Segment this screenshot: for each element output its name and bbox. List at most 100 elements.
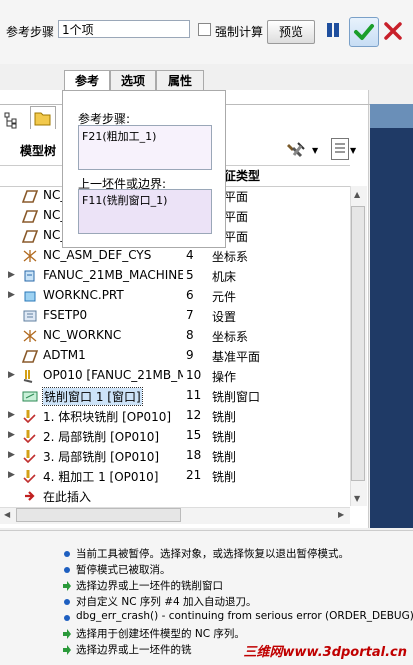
chevron-down-icon[interactable]: ▼: [312, 146, 318, 155]
ok-button[interactable]: [349, 17, 379, 47]
close-icon: [384, 22, 402, 40]
plane-icon: [22, 350, 38, 363]
tree-row-id: 8: [186, 328, 194, 342]
info-dot-icon: [64, 615, 70, 621]
tree-row[interactable]: ▶ FANUC_21MB_MACHINE 5 机床: [0, 266, 350, 286]
mill-sequence-icon: [23, 410, 36, 423]
prompt-arrow-icon: [63, 629, 71, 639]
tree-row[interactable]: ▶ WORKNC.PRT 6 元件: [0, 286, 350, 306]
graphics-window[interactable]: [370, 104, 413, 528]
force-compute-checkbox[interactable]: [198, 23, 211, 36]
tree-row[interactable]: 铣削窗口 1 [窗口] 11 铣削窗口: [0, 386, 350, 406]
tree-row-id: 21: [186, 468, 202, 482]
tree-row[interactable]: ▶ 2. 局部铣削 [OP010] 15 铣削: [0, 426, 350, 446]
tree-row-type: 铣削窗口: [212, 390, 261, 404]
scroll-down-arrow[interactable]: ▼: [354, 494, 360, 503]
tree-row[interactable]: ▶ 4. 粗加工 1 [OP010] 21 铣削: [0, 466, 350, 486]
horizontal-scroll-thumb[interactable]: [16, 508, 181, 522]
list-icon: [335, 143, 345, 153]
ref-step-field[interactable]: F21(粗加工_1): [78, 125, 212, 170]
expand-toggle[interactable]: ▶: [8, 290, 15, 300]
show-menu-button[interactable]: [331, 138, 349, 160]
mill-sequence-icon: [23, 430, 36, 443]
mill-window-icon: [22, 391, 38, 402]
tree-row-type: 操作: [212, 370, 237, 384]
tab-folder-browser[interactable]: [30, 106, 56, 129]
tab-model-tree[interactable]: [2, 110, 24, 130]
info-dot-icon: [64, 599, 70, 605]
plane-icon: [22, 190, 38, 203]
scroll-left-arrow[interactable]: ◀: [4, 510, 10, 519]
tree-row[interactable]: NC_ASM_DEF_CYS 4 坐标系: [0, 246, 350, 266]
message-text: 当前工具被暂停。选择对象，或选择恢复以退出暂停模式。: [76, 548, 349, 560]
tree-settings-button[interactable]: [286, 140, 308, 160]
mill-sequence-icon: [23, 450, 36, 463]
tree-row-name: 在此插入: [43, 490, 92, 504]
tree-row-id: 10: [186, 368, 202, 382]
prompt-arrow-icon: [63, 581, 71, 591]
ref-step-collector[interactable]: 1个项: [58, 20, 190, 38]
setup-icon: [23, 310, 37, 322]
tree-row[interactable]: ▶ OP010 [FANUC_21MB_M 10 操作: [0, 366, 350, 386]
mill-sequence-icon: [23, 470, 36, 483]
tree-row-type: 铣削: [212, 430, 237, 444]
tree-row-name: WORKNC.PRT: [43, 288, 124, 302]
tree-row-type: 铣削: [212, 470, 237, 484]
prev-workpiece-field[interactable]: F11(铣削窗口_1): [78, 189, 212, 234]
csys-icon: [23, 330, 37, 342]
chevron-down-icon[interactable]: ▼: [350, 146, 356, 155]
message-text: 选择边界或上一坯件的铣: [76, 644, 192, 656]
ref-step-label: 参考步骤: [6, 25, 55, 39]
tree-row-id: 18: [186, 448, 202, 462]
tree-row-id: 12: [186, 408, 202, 422]
operation-icon: [23, 370, 33, 383]
tree-row[interactable]: ▶ 1. 体积块铣削 [OP010] 12 铣削: [0, 406, 350, 426]
expand-toggle[interactable]: ▶: [8, 370, 15, 380]
tree-row[interactable]: 在此插入: [0, 486, 350, 506]
tree-row-id: 15: [186, 428, 202, 442]
pause-button[interactable]: [323, 20, 343, 42]
scroll-right-arrow[interactable]: ▶: [338, 510, 344, 519]
tree-row[interactable]: FSETP0 7 设置: [0, 306, 350, 326]
message-text: 选择用于创建坯件模型的 NC 序列。: [76, 628, 245, 640]
model-tree-title: 模型树: [20, 144, 57, 158]
plane-icon: [22, 210, 38, 223]
tab-properties[interactable]: 属性: [156, 70, 204, 90]
tree-row-name: OP010 [FANUC_21MB_M: [43, 368, 183, 382]
tree-row-name: NC_ASM_DEF_CYS: [43, 248, 152, 262]
preview-button[interactable]: 预览: [267, 20, 315, 44]
tree-row-name: NC_WORKNC: [43, 328, 122, 342]
expand-toggle[interactable]: ▶: [8, 270, 15, 280]
tree-row-id: 11: [186, 388, 202, 402]
tree-row-id: 9: [186, 348, 194, 362]
tree-row[interactable]: NC_WORKNC 8 坐标系: [0, 326, 350, 346]
tree-row-name: 2. 局部铣削 [OP010]: [43, 430, 160, 444]
tree-row[interactable]: ADTM1 9 基准平面: [0, 346, 350, 366]
tree-row-id: 5: [186, 268, 194, 282]
tab-options[interactable]: 选项: [110, 70, 156, 90]
tree-row-type: 坐标系: [212, 330, 249, 344]
vertical-scroll-thumb[interactable]: [351, 206, 365, 481]
csys-icon: [23, 250, 37, 262]
force-compute-label: 强制计算: [215, 25, 264, 39]
tree-row-name: FANUC_21MB_MACHINE: [43, 268, 183, 282]
tree-row-id: 6: [186, 288, 194, 302]
expand-toggle[interactable]: ▶: [8, 450, 15, 460]
cancel-button[interactable]: [382, 20, 404, 42]
expand-toggle[interactable]: ▶: [8, 410, 15, 420]
part-icon: [24, 291, 36, 302]
message-text: 选择边界或上一坯件的铣削窗口: [76, 580, 223, 592]
watermark: 三维网www.3dportal.cn: [243, 645, 407, 660]
expand-toggle[interactable]: ▶: [8, 470, 15, 480]
graphics-window-header: [370, 104, 413, 128]
tree-row[interactable]: ▶ 3. 局部铣削 [OP010] 18 铣削: [0, 446, 350, 466]
tree-row-name: ADTM1: [43, 348, 86, 362]
info-dot-icon: [64, 567, 70, 573]
tab-reference[interactable]: 参考: [64, 70, 110, 91]
scroll-up-arrow[interactable]: ▲: [354, 190, 360, 199]
folder-icon: [34, 112, 51, 126]
plane-icon: [22, 230, 38, 243]
expand-toggle[interactable]: ▶: [8, 430, 15, 440]
machine-icon: [24, 270, 35, 282]
tree-row-type: 铣削: [212, 450, 237, 464]
